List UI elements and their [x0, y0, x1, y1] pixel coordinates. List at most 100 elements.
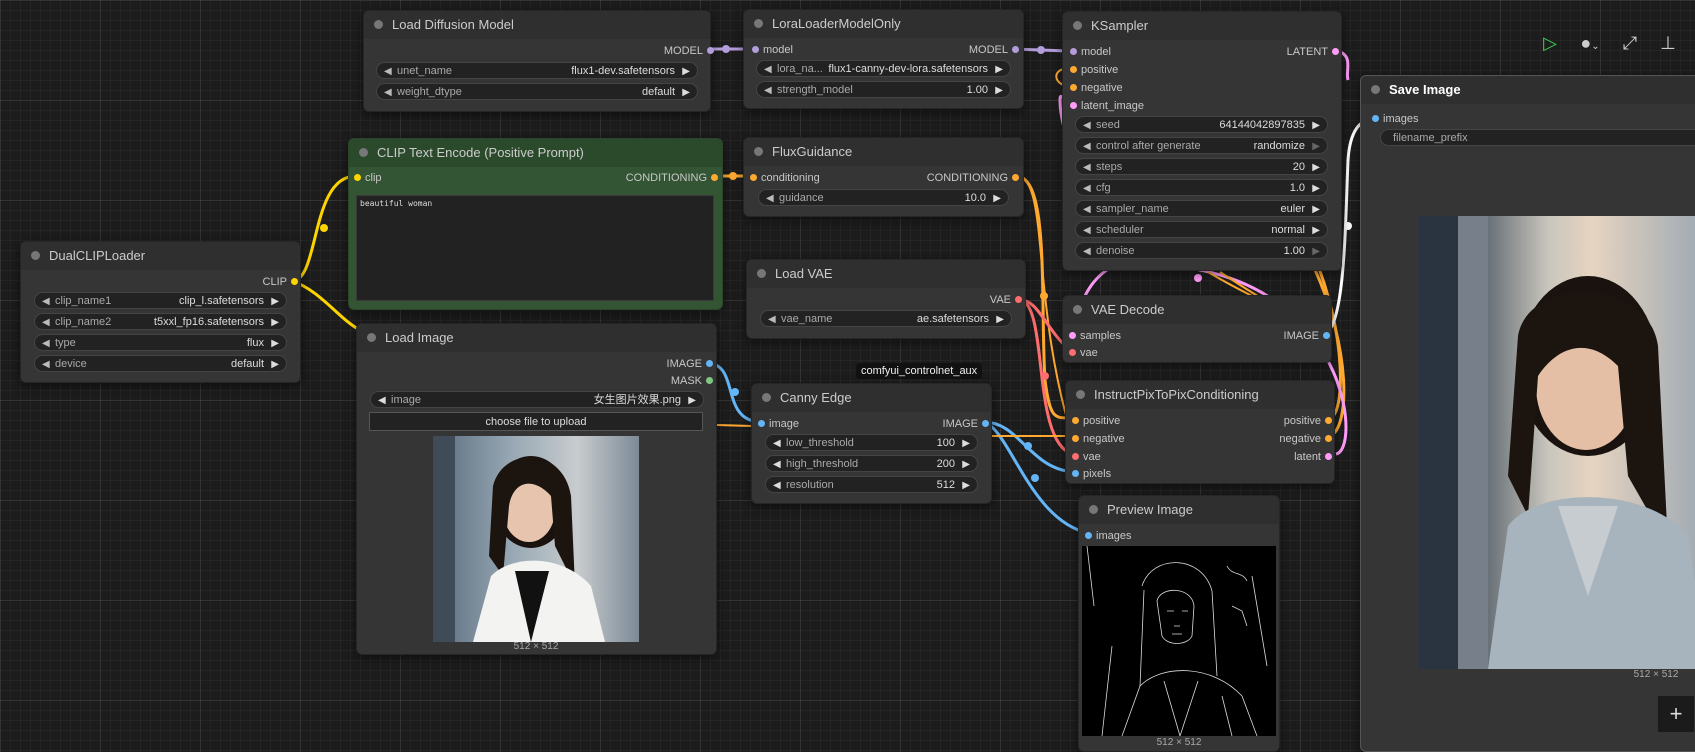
vae-port-icon[interactable]	[1015, 296, 1022, 303]
output-model[interactable]: MODEL	[664, 44, 714, 58]
output-negative[interactable]: negative	[1279, 432, 1332, 446]
conditioning-port-icon[interactable]	[750, 174, 757, 181]
input-samples[interactable]: samples	[1069, 329, 1121, 343]
collapse-dot-icon[interactable]	[754, 147, 763, 156]
node-instruct-pix2pix[interactable]: InstructPixToPixConditioning positive po…	[1065, 380, 1335, 484]
input-conditioning[interactable]: conditioning	[750, 171, 820, 185]
arrow-right-icon[interactable]: ▶	[962, 477, 970, 494]
input-negative[interactable]: negative	[1070, 81, 1123, 95]
output-image[interactable]: IMAGE	[1284, 329, 1330, 343]
node-lora-loader[interactable]: LoraLoaderModelOnly model MODEL ◀ lora_na…	[743, 9, 1024, 109]
arrow-right-icon[interactable]: ▶	[271, 335, 279, 352]
node-ksampler[interactable]: KSampler model LATENT positive negative …	[1062, 11, 1342, 271]
node-title[interactable]: Load Image	[357, 324, 716, 352]
arrow-left-icon[interactable]: ◀	[773, 456, 781, 473]
node-load-image[interactable]: Load Image IMAGE MASK ◀ image 女生图片效果.png ▶ …	[356, 323, 717, 655]
node-load-vae[interactable]: Load VAE VAE ◀ vae_name ae.safetensors ▶	[746, 259, 1026, 339]
node-dual-clip-loader[interactable]: DualCLIPLoader CLIP ◀ clip_name1 clip_l.sa…	[20, 241, 301, 383]
device-widget[interactable]: ◀ device default ▶	[34, 355, 287, 372]
conditioning-port-icon[interactable]	[1012, 174, 1019, 181]
latent-port-icon[interactable]	[1069, 332, 1076, 339]
arrow-right-icon[interactable]: ▶	[962, 456, 970, 473]
unet-name-widget[interactable]: ◀ unet_name flux1-dev.safetensors ▶	[376, 62, 698, 79]
image-port-icon[interactable]	[706, 360, 713, 367]
node-title[interactable]: Load VAE	[747, 260, 1025, 288]
arrow-left-icon[interactable]: ◀	[764, 61, 772, 78]
model-port-icon[interactable]	[707, 47, 714, 54]
arrow-right-icon[interactable]: ▶	[682, 84, 690, 101]
collapse-dot-icon[interactable]	[762, 393, 771, 402]
node-title[interactable]: Load Diffusion Model	[364, 11, 710, 39]
node-title[interactable]: InstructPixToPixConditioning	[1066, 381, 1334, 409]
output-latent[interactable]: LATENT	[1287, 45, 1339, 59]
node-title[interactable]: DualCLIPLoader	[21, 242, 300, 270]
latent-port-icon[interactable]	[1332, 48, 1339, 55]
node-title[interactable]: CLIP Text Encode (Positive Prompt)	[349, 139, 722, 167]
output-conditioning[interactable]: CONDITIONING	[626, 171, 718, 185]
resolution-widget[interactable]: ◀ resolution 512 ▶	[765, 476, 978, 493]
collapse-dot-icon[interactable]	[367, 333, 376, 342]
arrow-right-icon[interactable]: ▶	[995, 61, 1003, 78]
arrow-left-icon[interactable]: ◀	[384, 63, 392, 80]
output-model[interactable]: MODEL	[969, 43, 1019, 57]
collapse-dot-icon[interactable]	[1073, 21, 1082, 30]
input-images[interactable]: images	[1085, 529, 1131, 543]
collapse-dot-icon[interactable]	[1076, 390, 1085, 399]
arrow-left-icon[interactable]: ◀	[1083, 243, 1091, 260]
arrow-left-icon[interactable]: ◀	[1083, 201, 1091, 218]
arrow-left-icon[interactable]: ◀	[773, 477, 781, 494]
node-title[interactable]: Canny Edge	[752, 384, 991, 412]
output-mask[interactable]: MASK	[671, 374, 713, 388]
arrow-left-icon[interactable]: ◀	[1083, 180, 1091, 197]
input-image[interactable]: image	[758, 417, 799, 431]
collapse-dot-icon[interactable]	[31, 251, 40, 260]
link-toggle-icon[interactable]: ⤢	[1612, 24, 1648, 62]
arrow-left-icon[interactable]: ◀	[768, 311, 776, 328]
circle-dropdown-icon[interactable]: ●⌄	[1570, 24, 1610, 62]
conditioning-port-icon[interactable]	[1070, 66, 1077, 73]
image-select-widget[interactable]: ◀ image 女生图片效果.png ▶	[370, 391, 704, 408]
clip-port-icon[interactable]	[354, 174, 361, 181]
arrow-left-icon[interactable]: ◀	[384, 84, 392, 101]
input-images[interactable]: images	[1372, 112, 1418, 126]
conditioning-port-icon[interactable]	[1072, 435, 1079, 442]
scheduler-widget[interactable]: ◀ scheduler normal ▶	[1075, 221, 1328, 238]
input-latent-image[interactable]: latent_image	[1070, 99, 1144, 113]
cfg-widget[interactable]: ◀ cfg 1.0 ▶	[1075, 179, 1328, 196]
collapse-dot-icon[interactable]	[374, 20, 383, 29]
arrow-right-icon[interactable]: ▶	[271, 293, 279, 310]
mask-port-icon[interactable]	[706, 377, 713, 384]
play-icon[interactable]: ▷	[1532, 24, 1568, 62]
node-preview-image[interactable]: Preview Image images 512 × 512	[1078, 495, 1280, 752]
output-latent[interactable]: latent	[1294, 450, 1332, 464]
image-port-icon[interactable]	[1072, 470, 1079, 477]
arrow-right-icon[interactable]: ▶	[271, 356, 279, 373]
arrow-left-icon[interactable]: ◀	[773, 435, 781, 452]
node-clip-text-encode[interactable]: CLIP Text Encode (Positive Prompt) clip …	[348, 138, 723, 310]
prompt-textarea[interactable]: beautiful woman	[356, 195, 714, 301]
collapse-dot-icon[interactable]	[1089, 505, 1098, 514]
output-vae[interactable]: VAE	[990, 293, 1022, 307]
sampler-name-widget[interactable]: ◀ sampler_name euler ▶	[1075, 200, 1328, 217]
arrow-left-icon[interactable]: ◀	[1083, 159, 1091, 176]
clip-port-icon[interactable]	[291, 278, 298, 285]
high-threshold-widget[interactable]: ◀ high_threshold 200 ▶	[765, 455, 978, 472]
choose-file-button[interactable]: choose file to upload	[369, 412, 703, 431]
output-image[interactable]: IMAGE	[943, 417, 989, 431]
node-save-image[interactable]: Save Image images filename_prefix 512 × …	[1360, 75, 1695, 752]
arrow-right-icon[interactable]: ▶	[995, 82, 1003, 99]
arrow-left-icon[interactable]: ◀	[378, 392, 386, 409]
arrow-left-icon[interactable]: ◀	[42, 293, 50, 310]
arrow-right-icon[interactable]: ▶	[1312, 243, 1320, 260]
image-port-icon[interactable]	[1085, 532, 1092, 539]
latent-port-icon[interactable]	[1325, 453, 1332, 460]
latent-port-icon[interactable]	[1070, 102, 1077, 109]
steps-widget[interactable]: ◀ steps 20 ▶	[1075, 158, 1328, 175]
filename-prefix-widget[interactable]: filename_prefix	[1380, 129, 1695, 146]
collapse-dot-icon[interactable]	[757, 269, 766, 278]
arrow-left-icon[interactable]: ◀	[42, 314, 50, 331]
image-port-icon[interactable]	[1372, 115, 1379, 122]
vae-port-icon[interactable]	[1072, 453, 1079, 460]
arrow-right-icon[interactable]: ▶	[1312, 222, 1320, 239]
collapse-dot-icon[interactable]	[754, 19, 763, 28]
